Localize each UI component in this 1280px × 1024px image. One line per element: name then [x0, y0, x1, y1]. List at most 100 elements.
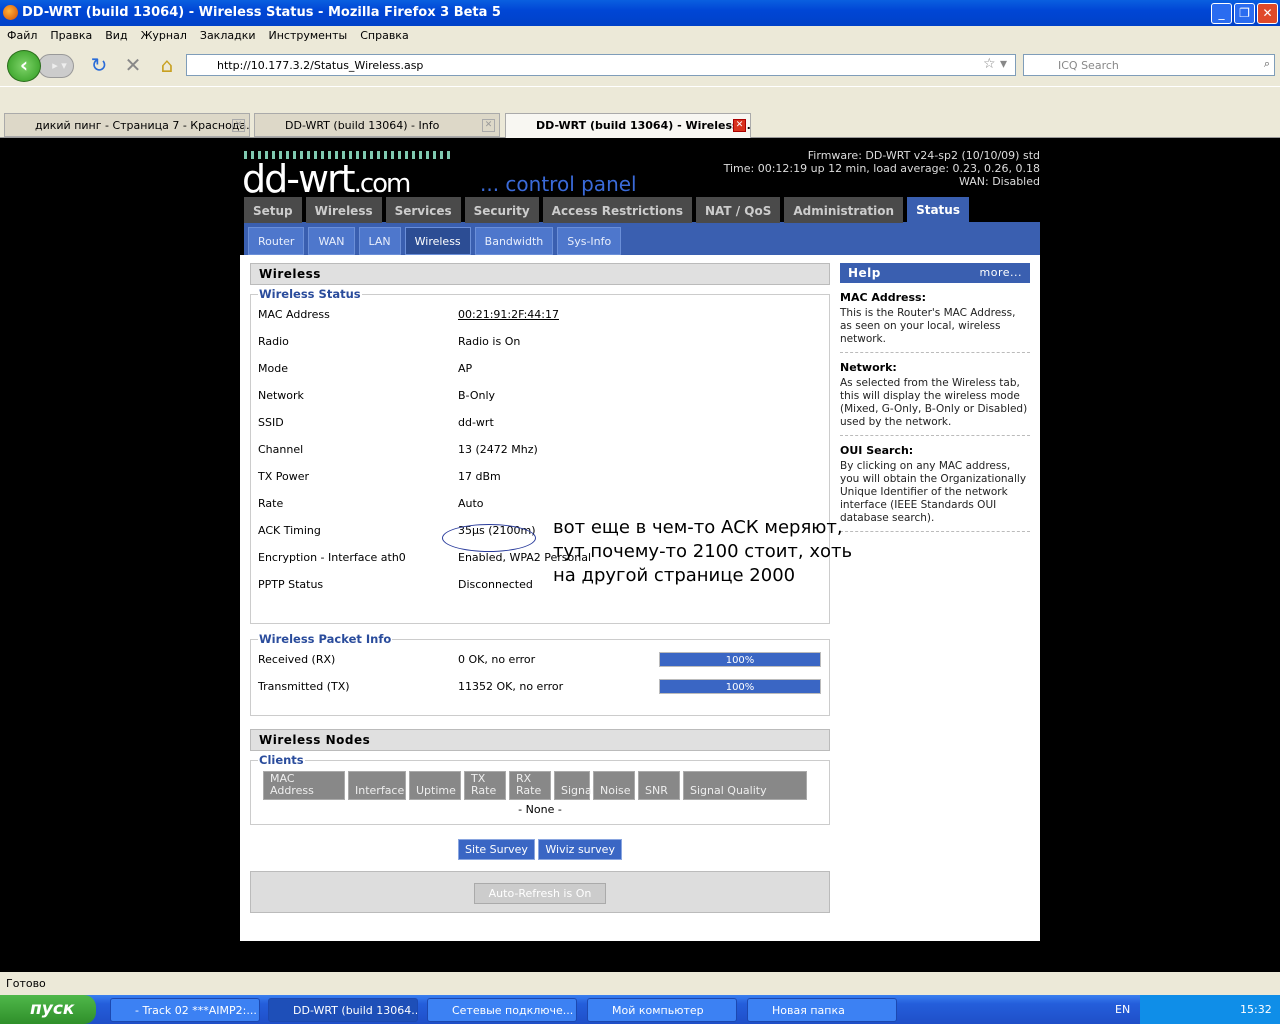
tab-services[interactable]: Services	[385, 197, 461, 223]
close-tab-icon[interactable]: ✕	[482, 119, 495, 132]
stop-icon[interactable]: ✕	[122, 54, 144, 76]
tab-setup[interactable]: Setup	[244, 197, 302, 223]
clock: 15:32	[1240, 1003, 1272, 1016]
status-row: Channel 13 (2472 Mhz)	[258, 436, 822, 463]
row-label: TX Power	[258, 470, 310, 483]
taskbar-item-active[interactable]: DD-WRT (build 13064...	[268, 998, 418, 1022]
subtab-wan[interactable]: WAN	[308, 227, 355, 255]
wireless-nodes-title: Wireless Nodes	[250, 729, 830, 751]
tab-label: DD-WRT (build 13064) - Info	[285, 119, 440, 132]
minimize-button[interactable]: _	[1211, 3, 1232, 24]
tab-label: дикий пинг - Страница 7 - Краснода...	[35, 119, 250, 132]
tab-wireless[interactable]: Wireless	[305, 197, 382, 223]
row-label: Network	[258, 389, 304, 402]
packet-row-rx: Received (RX) 0 OK, no error 100%	[258, 646, 822, 673]
menu-file[interactable]: Файл	[0, 26, 43, 42]
clients-table-header: MAC Address Interface Uptime TX Rate RX Rate…	[263, 771, 822, 800]
status-row: Radio Radio is On	[258, 328, 822, 355]
system-tray: 15:32	[1140, 995, 1280, 1024]
wireless-section-title: Wireless	[250, 263, 830, 285]
search-placeholder: ICQ Search	[1058, 59, 1119, 72]
packet-row-tx: Transmitted (TX) 11352 OK, no error 100%	[258, 673, 822, 700]
main-tabs: Setup Wireless Services Security Access …	[244, 197, 969, 223]
column-header: Interface	[348, 771, 406, 800]
column-header: RX Rate	[509, 771, 551, 800]
uptime: Time: 00:12:19 up 12 min, load average: …	[723, 162, 1040, 175]
status-bar: Готово	[0, 972, 1280, 995]
row-value: 17 dBm	[458, 470, 501, 483]
row-value: dd-wrt	[458, 416, 494, 429]
wireless-status-legend: Wireless Status	[259, 287, 361, 301]
taskbar-item[interactable]: Мой компьютер	[587, 998, 737, 1022]
menu-view[interactable]: Вид	[98, 26, 133, 42]
subtab-router[interactable]: Router	[248, 227, 305, 255]
content-area: Wireless Wireless Status MAC Address 00:2…	[240, 255, 1040, 941]
packet-info-legend: Wireless Packet Info	[259, 632, 392, 646]
browser-tab-active[interactable]: DD-WRT (build 13064) - Wireless ... ✕	[505, 113, 751, 138]
forward-button[interactable]: ▸ ▾	[38, 54, 74, 78]
subtab-sys-info[interactable]: Sys-Info	[557, 227, 622, 255]
search-input[interactable]: ICQ Search ⌕	[1023, 54, 1275, 76]
home-icon[interactable]: ⌂	[156, 54, 178, 76]
close-tab-icon[interactable]: ✕	[733, 119, 746, 132]
browser-tab[interactable]: дикий пинг - Страница 7 - Краснода... ✕	[4, 113, 250, 137]
taskbar-item[interactable]: - Track 02 ***AIMP2:...	[110, 998, 260, 1022]
row-value: 11352 OK, no error	[458, 680, 564, 693]
close-tab-icon[interactable]: ✕	[232, 119, 245, 132]
mac-address-link[interactable]: 00:21:91:2F:44:17	[458, 308, 658, 321]
auto-refresh-button[interactable]: Auto-Refresh is On	[473, 883, 607, 904]
start-button[interactable]: пуск	[0, 995, 96, 1024]
subtab-bandwidth[interactable]: Bandwidth	[474, 227, 554, 255]
row-label: Rate	[258, 497, 284, 510]
menu-edit[interactable]: Правка	[43, 26, 98, 42]
status-row: Mode AP	[258, 355, 822, 382]
row-value: Auto	[458, 497, 484, 510]
wiviz-survey-button[interactable]: Wiviz survey	[538, 839, 622, 860]
tab-administration[interactable]: Administration	[784, 197, 904, 223]
footer-bar: Auto-Refresh is On	[250, 871, 830, 913]
row-label: SSID	[258, 416, 284, 429]
taskbar-item[interactable]: Новая папка	[747, 998, 897, 1022]
close-window-button[interactable]: ✕	[1257, 3, 1278, 24]
row-value: 13 (2472 Mhz)	[458, 443, 538, 456]
reload-icon[interactable]: ↻	[88, 54, 110, 76]
url-input[interactable]: http://10.177.3.2/Status_Wireless.asp ☆ ▾	[186, 54, 1016, 76]
menu-tools[interactable]: Инструменты	[262, 26, 354, 42]
column-header: SNR	[638, 771, 680, 800]
menu-help[interactable]: Справка	[353, 26, 414, 42]
subtab-wireless[interactable]: Wireless	[404, 227, 471, 255]
tab-label: DD-WRT (build 13064) - Wireless ...	[536, 119, 751, 132]
wan-status: WAN: Disabled	[958, 175, 1040, 188]
row-value: Radio is On	[458, 335, 521, 348]
tab-access-restrictions[interactable]: Access Restrictions	[542, 197, 692, 223]
menu-bookmarks[interactable]: Закладки	[193, 26, 262, 42]
site-survey-button[interactable]: Site Survey	[458, 839, 535, 860]
help-more-link[interactable]: more...	[980, 266, 1022, 280]
clients-fieldset: Clients MAC Address Interface Uptime TX Rat…	[250, 753, 830, 825]
row-label: Encryption - Interface ath0	[258, 551, 406, 564]
tab-status[interactable]: Status	[907, 197, 969, 223]
maximize-button[interactable]: ❐	[1234, 3, 1255, 24]
row-value: B-Only	[458, 389, 496, 402]
menu-history[interactable]: Журнал	[134, 26, 193, 42]
subtab-lan[interactable]: LAN	[358, 227, 401, 255]
column-header: Signal Quality	[683, 771, 807, 800]
row-label: ACK Timing	[258, 524, 321, 537]
annotation-ellipse	[442, 524, 536, 552]
tab-nat-qos[interactable]: NAT / QoS	[695, 197, 781, 223]
row-label: Radio	[258, 335, 289, 348]
column-header: MAC Address	[263, 771, 345, 800]
language-indicator[interactable]: EN	[1115, 1003, 1130, 1016]
url-text: http://10.177.3.2/Status_Wireless.asp	[217, 59, 424, 72]
column-header: TX Rate	[464, 771, 506, 800]
status-row: Rate Auto	[258, 490, 822, 517]
back-button[interactable]: ‹	[7, 50, 41, 82]
window-title-bar: DD-WRT (build 13064) - Wireless Status -…	[0, 0, 1280, 26]
row-label: Transmitted (TX)	[258, 680, 350, 693]
tab-security[interactable]: Security	[464, 197, 539, 223]
search-icon[interactable]: ⌕	[1264, 57, 1270, 71]
browser-tab[interactable]: DD-WRT (build 13064) - Info ✕	[254, 113, 500, 137]
taskbar-item[interactable]: Сетевые подключе...	[427, 998, 577, 1022]
rx-progress-bar: 100%	[659, 652, 821, 667]
bookmark-star-icon[interactable]: ☆ ▾	[983, 56, 1007, 72]
